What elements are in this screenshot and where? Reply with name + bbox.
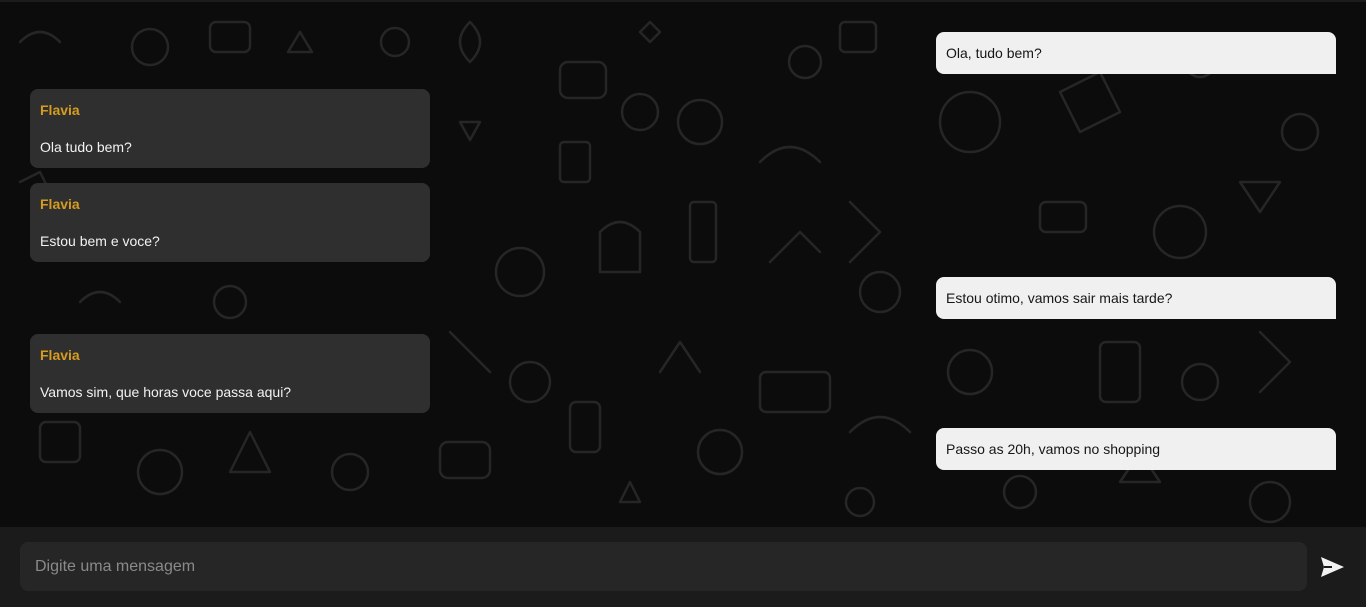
message-input[interactable] [20, 542, 1307, 591]
message-text: Estou otimo, vamos sair mais tarde? [946, 290, 1173, 306]
message-sender-name: Flavia [40, 196, 80, 212]
message-text: Passo as 20h, vamos no shopping [946, 441, 1161, 457]
send-icon [1318, 553, 1346, 581]
message-text: Ola, tudo bem? [946, 45, 1042, 61]
message-text: Ola tudo bem? [40, 139, 132, 155]
send-button[interactable] [1318, 553, 1346, 581]
chat-app: Ola, tudo bem? Flavia Ola tudo bem? Flavia E… [0, 0, 1366, 607]
sent-message-bubble: Estou otimo, vamos sair mais tarde? [936, 277, 1336, 319]
received-message-bubble: Flavia Estou bem e voce? [30, 183, 430, 262]
received-message-bubble: Flavia Ola tudo bem? [30, 89, 430, 168]
composer-bar [0, 527, 1366, 607]
sent-message-bubble: Passo as 20h, vamos no shopping [936, 428, 1336, 470]
message-text: Estou bem e voce? [40, 233, 160, 249]
message-sender-name: Flavia [40, 102, 80, 118]
sent-message-bubble: Ola, tudo bem? [936, 32, 1336, 74]
message-sender-name: Flavia [40, 347, 80, 363]
message-list[interactable]: Ola, tudo bem? Flavia Ola tudo bem? Flavia E… [0, 0, 1366, 527]
received-message-bubble: Flavia Vamos sim, que horas voce passa aq… [30, 334, 430, 413]
message-text: Vamos sim, que horas voce passa aqui? [40, 384, 292, 400]
